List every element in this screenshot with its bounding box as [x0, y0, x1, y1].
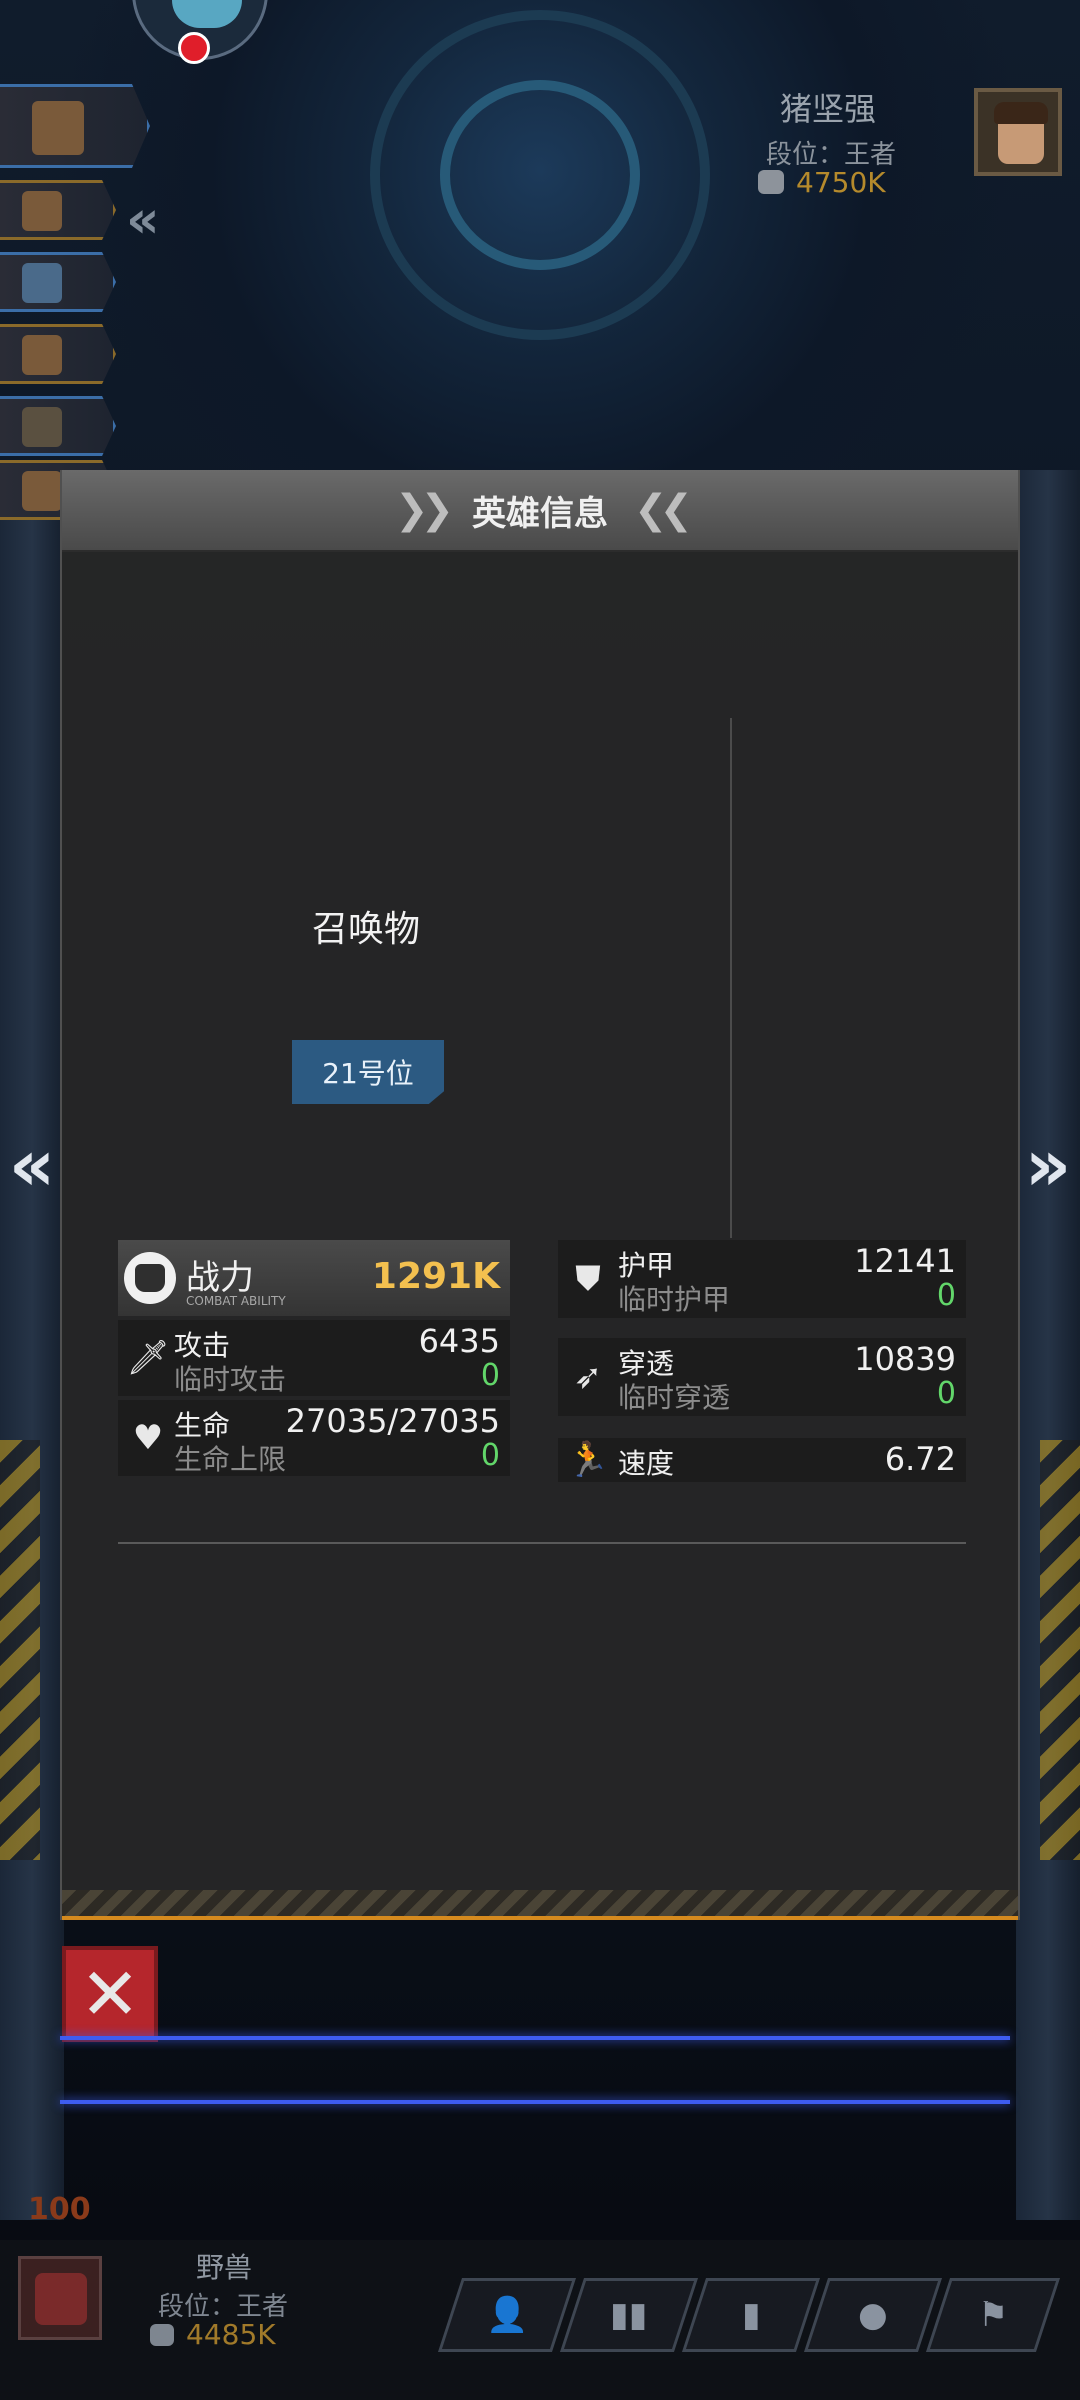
- opponent-name: 猪坚强: [780, 90, 877, 128]
- attack-value: 6435: [418, 1322, 500, 1360]
- combat-label: 战力: [186, 1258, 254, 1298]
- emoji-icon: ●: [858, 2295, 888, 2335]
- notification-dot: [178, 32, 210, 64]
- max-life-label: 生命上限: [174, 1443, 287, 1476]
- blue-rail-top: [60, 2036, 1010, 2040]
- left-hazard-stripes: [0, 1440, 40, 1860]
- team-avatar[interactable]: [0, 180, 116, 240]
- combat-label-en: COMBAT ABILITY: [186, 1294, 286, 1308]
- header-left-arrows-icon: ❮❮: [634, 487, 693, 533]
- armor-value: 12141: [854, 1242, 956, 1280]
- flag-icon: ⚑: [977, 2295, 1009, 2335]
- spear-icon: ➶: [573, 1357, 603, 1397]
- vertical-divider: [730, 718, 732, 1238]
- player-level: 100: [28, 2192, 91, 2227]
- next-hero-arrow-icon[interactable]: »: [1018, 1125, 1078, 1205]
- right-pillar: [1016, 470, 1080, 2220]
- header-right-arrows-icon: ❯❯: [394, 487, 454, 533]
- opponent-power: 4750K: [796, 166, 886, 199]
- team-avatar[interactable]: [0, 84, 150, 168]
- team-avatar[interactable]: [0, 324, 116, 384]
- left-pillar: [0, 470, 64, 2220]
- speed-label: 速度: [618, 1447, 675, 1480]
- combat-power-stat: 战力 COMBAT ABILITY 1291K: [118, 1240, 510, 1316]
- stats-button[interactable]: ▮▮: [559, 2278, 699, 2352]
- sword-icon: 🗡: [126, 1338, 170, 1378]
- life-stat: ♥ 生命 生命上限 27035/27035 0: [118, 1400, 510, 1476]
- player-power: 4485K: [186, 2318, 276, 2351]
- close-icon: ✕: [79, 1952, 141, 2036]
- speed-stat: 🏃 速度 6.72: [558, 1438, 966, 1482]
- team-avatar[interactable]: [0, 396, 116, 456]
- temp-attack-value: 0: [480, 1358, 500, 1393]
- dialog-footer-stripe: [62, 1890, 1018, 1920]
- horizontal-divider: [118, 1542, 966, 1544]
- collapse-chevron-icon[interactable]: «: [126, 190, 160, 250]
- slot-badge: 21号位: [292, 1040, 444, 1104]
- max-life-temp-value: 0: [480, 1438, 500, 1473]
- opponent-hair: [994, 102, 1048, 124]
- bottle-icon: ▮: [741, 2295, 761, 2335]
- armor-stat: ⛊ 护甲 临时护甲 12141 0: [558, 1240, 966, 1318]
- team-avatar[interactable]: [0, 252, 116, 312]
- emoji-button[interactable]: ●: [803, 2278, 943, 2352]
- summon-label: 召唤物: [312, 909, 421, 950]
- speed-value: 6.72: [884, 1440, 956, 1478]
- portal-ring-inner: [440, 80, 640, 270]
- profile-button[interactable]: 👤: [437, 2278, 577, 2352]
- dialog-header: ❯❯ 英雄信息 ❮❮: [62, 470, 1018, 552]
- opponent-avatar[interactable]: [974, 88, 1062, 176]
- bottle-button[interactable]: ▮: [681, 2278, 821, 2352]
- running-icon: 🏃: [566, 1440, 610, 1480]
- profile-icon: 👤: [485, 2295, 529, 2335]
- temp-armor-value: 0: [936, 1278, 956, 1313]
- shield-icon: ⛊: [575, 1259, 601, 1299]
- heart-pulse-icon: ♥: [132, 1418, 164, 1458]
- hero-info-dialog: ❯❯ 英雄信息 ❮❮ 召唤物 21号位 战力 COMBAT ABILITY 12…: [60, 470, 1020, 1920]
- temp-attack-label: 临时攻击: [174, 1363, 287, 1396]
- right-hazard-stripes: [1040, 1440, 1080, 1860]
- player-avatar[interactable]: [18, 2256, 102, 2340]
- temp-armor-label: 临时护甲: [618, 1283, 731, 1316]
- temp-penetration-value: 0: [936, 1376, 956, 1411]
- life-value: 27035/27035: [285, 1402, 500, 1440]
- penetration-value: 10839: [854, 1340, 956, 1378]
- attack-stat: 🗡 攻击 临时攻击 6435 0: [118, 1320, 510, 1396]
- fist-icon: [124, 1252, 176, 1304]
- temp-penetration-label: 临时穿透: [618, 1381, 731, 1414]
- close-button[interactable]: ✕: [62, 1946, 158, 2042]
- fist-icon: [150, 2324, 174, 2346]
- combat-value: 1291K: [371, 1256, 500, 1297]
- blue-rail-bottom: [60, 2100, 1010, 2104]
- stats-icon: ▮▮: [610, 2295, 648, 2335]
- player-name: 野兽: [196, 2251, 253, 2284]
- penetration-stat: ➶ 穿透 临时穿透 10839 0: [558, 1338, 966, 1416]
- previous-hero-arrow-icon[interactable]: «: [2, 1125, 62, 1205]
- fist-icon: [758, 170, 784, 194]
- dialog-title: 英雄信息: [472, 493, 608, 534]
